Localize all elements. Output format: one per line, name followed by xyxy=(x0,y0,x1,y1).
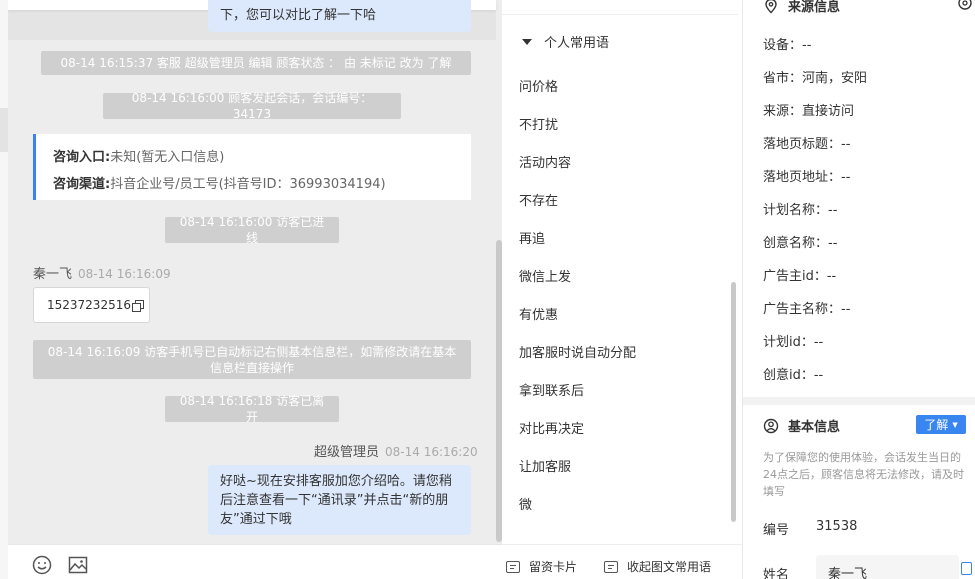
phrase-item[interactable]: 不打扰 xyxy=(519,114,558,133)
source-field-region: 省市：河南，安阳 xyxy=(763,71,868,86)
message-icon xyxy=(506,560,520,573)
phrase-item[interactable]: 问价格 xyxy=(519,76,558,95)
source-field-origin: 来源：直接访问 xyxy=(763,104,855,119)
left-edge xyxy=(0,0,8,579)
edit-deadline-note: 为了保障您的使用体验，会话发生当日的24点之后，顾客信息将无法修改，请及时填写 xyxy=(763,451,964,498)
source-field-landing-title: 落地页标题：-- xyxy=(763,137,851,152)
system-message: 08-14 16:16:00 访客已进线 xyxy=(165,215,339,245)
source-field-plan-id: 计划id：-- xyxy=(763,335,824,350)
edit-icon[interactable] xyxy=(961,562,972,575)
phrases-scrollbar[interactable] xyxy=(731,282,736,522)
entry-value: 未知(暂无入口信息) xyxy=(110,150,225,165)
agent-message-bubble: 下，您可以对比了解一下哈 xyxy=(208,0,471,32)
id-label: 编号 xyxy=(763,523,790,538)
channel-label: 咨询渠道: xyxy=(53,177,111,192)
phrases-group-header[interactable]: 个人常用语 xyxy=(522,32,609,51)
source-info-title: 来源信息 xyxy=(763,0,840,15)
phrase-item[interactable]: 不存在 xyxy=(519,190,558,209)
message-icon xyxy=(604,560,618,573)
phrase-item[interactable]: 对比再决定 xyxy=(519,418,584,437)
location-pin-icon xyxy=(765,0,777,13)
source-field-advertiser-id: 广告主id：-- xyxy=(763,269,837,284)
inquiry-info-card: 咨询入口:未知(暂无入口信息) 咨询渠道:抖音企业号/员工号(抖音号ID：369… xyxy=(33,134,471,200)
phrases-panel: 个人常用语 问价格 不打扰 活动内容 不存在 再追 微信上发 有优惠 加客服时说… xyxy=(502,0,742,579)
system-message: 08-14 16:16:18 访客已离开 xyxy=(165,394,339,424)
phrases-footer: 留资卡片 收起图文常用语 xyxy=(502,544,742,579)
phrase-item[interactable]: 拿到联系后 xyxy=(519,380,584,399)
phrase-item[interactable]: 微 xyxy=(519,494,532,513)
source-field-landing-url: 落地页地址：-- xyxy=(763,170,851,185)
agent-sender: 超级管理员 08-14 16:16:20 xyxy=(314,441,478,460)
system-message: 08-14 16:16:00 顾客发起会话，会话编号：34173 xyxy=(103,91,401,121)
agent-time: 08-14 16:16:20 xyxy=(385,445,478,459)
system-message: 08-14 16:16:09 访客手机号已自动标记右侧基本信息栏，如需修改请在基… xyxy=(33,340,471,379)
chat-toolbar xyxy=(8,544,502,579)
phrase-item[interactable]: 让加客服 xyxy=(519,456,571,475)
visitor-sender: 秦一飞 08-14 16:16:09 xyxy=(33,263,171,282)
collapse-phrases-button[interactable]: 收起图文常用语 xyxy=(604,558,711,575)
agent-name: 超级管理员 xyxy=(314,445,380,460)
phrase-item[interactable]: 微信上发 xyxy=(519,266,571,285)
source-field-creative-id: 创意id：-- xyxy=(763,368,824,383)
copy-icon[interactable] xyxy=(131,299,144,312)
system-message: 08-14 16:15:37 客服 超级管理员 编辑 顾客状态 ： 由 未标记 … xyxy=(41,51,471,75)
phrase-item[interactable]: 有优惠 xyxy=(519,304,558,323)
phrase-item[interactable]: 活动内容 xyxy=(519,152,571,171)
customer-status-dropdown[interactable]: 了解 ▼ xyxy=(916,415,966,434)
view-icon[interactable] xyxy=(957,0,973,11)
phrase-item[interactable]: 加客服时说自动分配 xyxy=(519,342,636,361)
phone-number: 15237232516 xyxy=(47,298,131,312)
visitor-time: 08-14 16:16:09 xyxy=(78,267,171,281)
basic-info-title: 基本信息 xyxy=(763,416,840,435)
source-field-advertiser-name: 广告主名称：-- xyxy=(763,302,851,317)
caret-down-icon xyxy=(522,38,532,45)
user-icon xyxy=(763,418,779,433)
phrase-item[interactable]: 再追 xyxy=(519,228,545,247)
entry-label: 咨询入口: xyxy=(53,150,111,165)
visitor-phone-message: 15237232516 xyxy=(33,287,150,323)
image-icon[interactable] xyxy=(68,555,88,575)
caret-down-icon: ▼ xyxy=(952,420,958,429)
visitor-name: 秦一飞 xyxy=(33,267,73,282)
source-field-device: 设备：-- xyxy=(763,38,812,53)
chat-panel[interactable]: 下，您可以对比了解一下哈 08-14 16:15:37 客服 超级管理员 编辑 … xyxy=(8,0,502,579)
lead-card-button[interactable]: 留资卡片 xyxy=(506,558,577,575)
source-field-plan-name: 计划名称：-- xyxy=(763,203,838,218)
emoji-icon[interactable] xyxy=(32,555,52,575)
customer-info-panel: 来源信息 设备：-- 省市：河南，安阳 来源：直接访问 落地页标题：-- 落地页… xyxy=(743,0,975,579)
name-field[interactable]: 秦一飞 xyxy=(816,555,959,579)
name-label: 姓名 xyxy=(763,568,790,579)
customer-service-workspace: 下，您可以对比了解一下哈 08-14 16:15:37 客服 超级管理员 编辑 … xyxy=(0,0,975,579)
id-value: 31538 xyxy=(816,519,858,534)
agent-message-bubble: 好哒~现在安排客服加您介绍哈。请您稍后注意查看一下“通讯录”并点击“新的朋友”通… xyxy=(208,465,471,535)
source-field-creative-name: 创意名称：-- xyxy=(763,236,838,251)
channel-value: 抖音企业号/员工号(抖音号ID：36993034194) xyxy=(110,177,386,192)
